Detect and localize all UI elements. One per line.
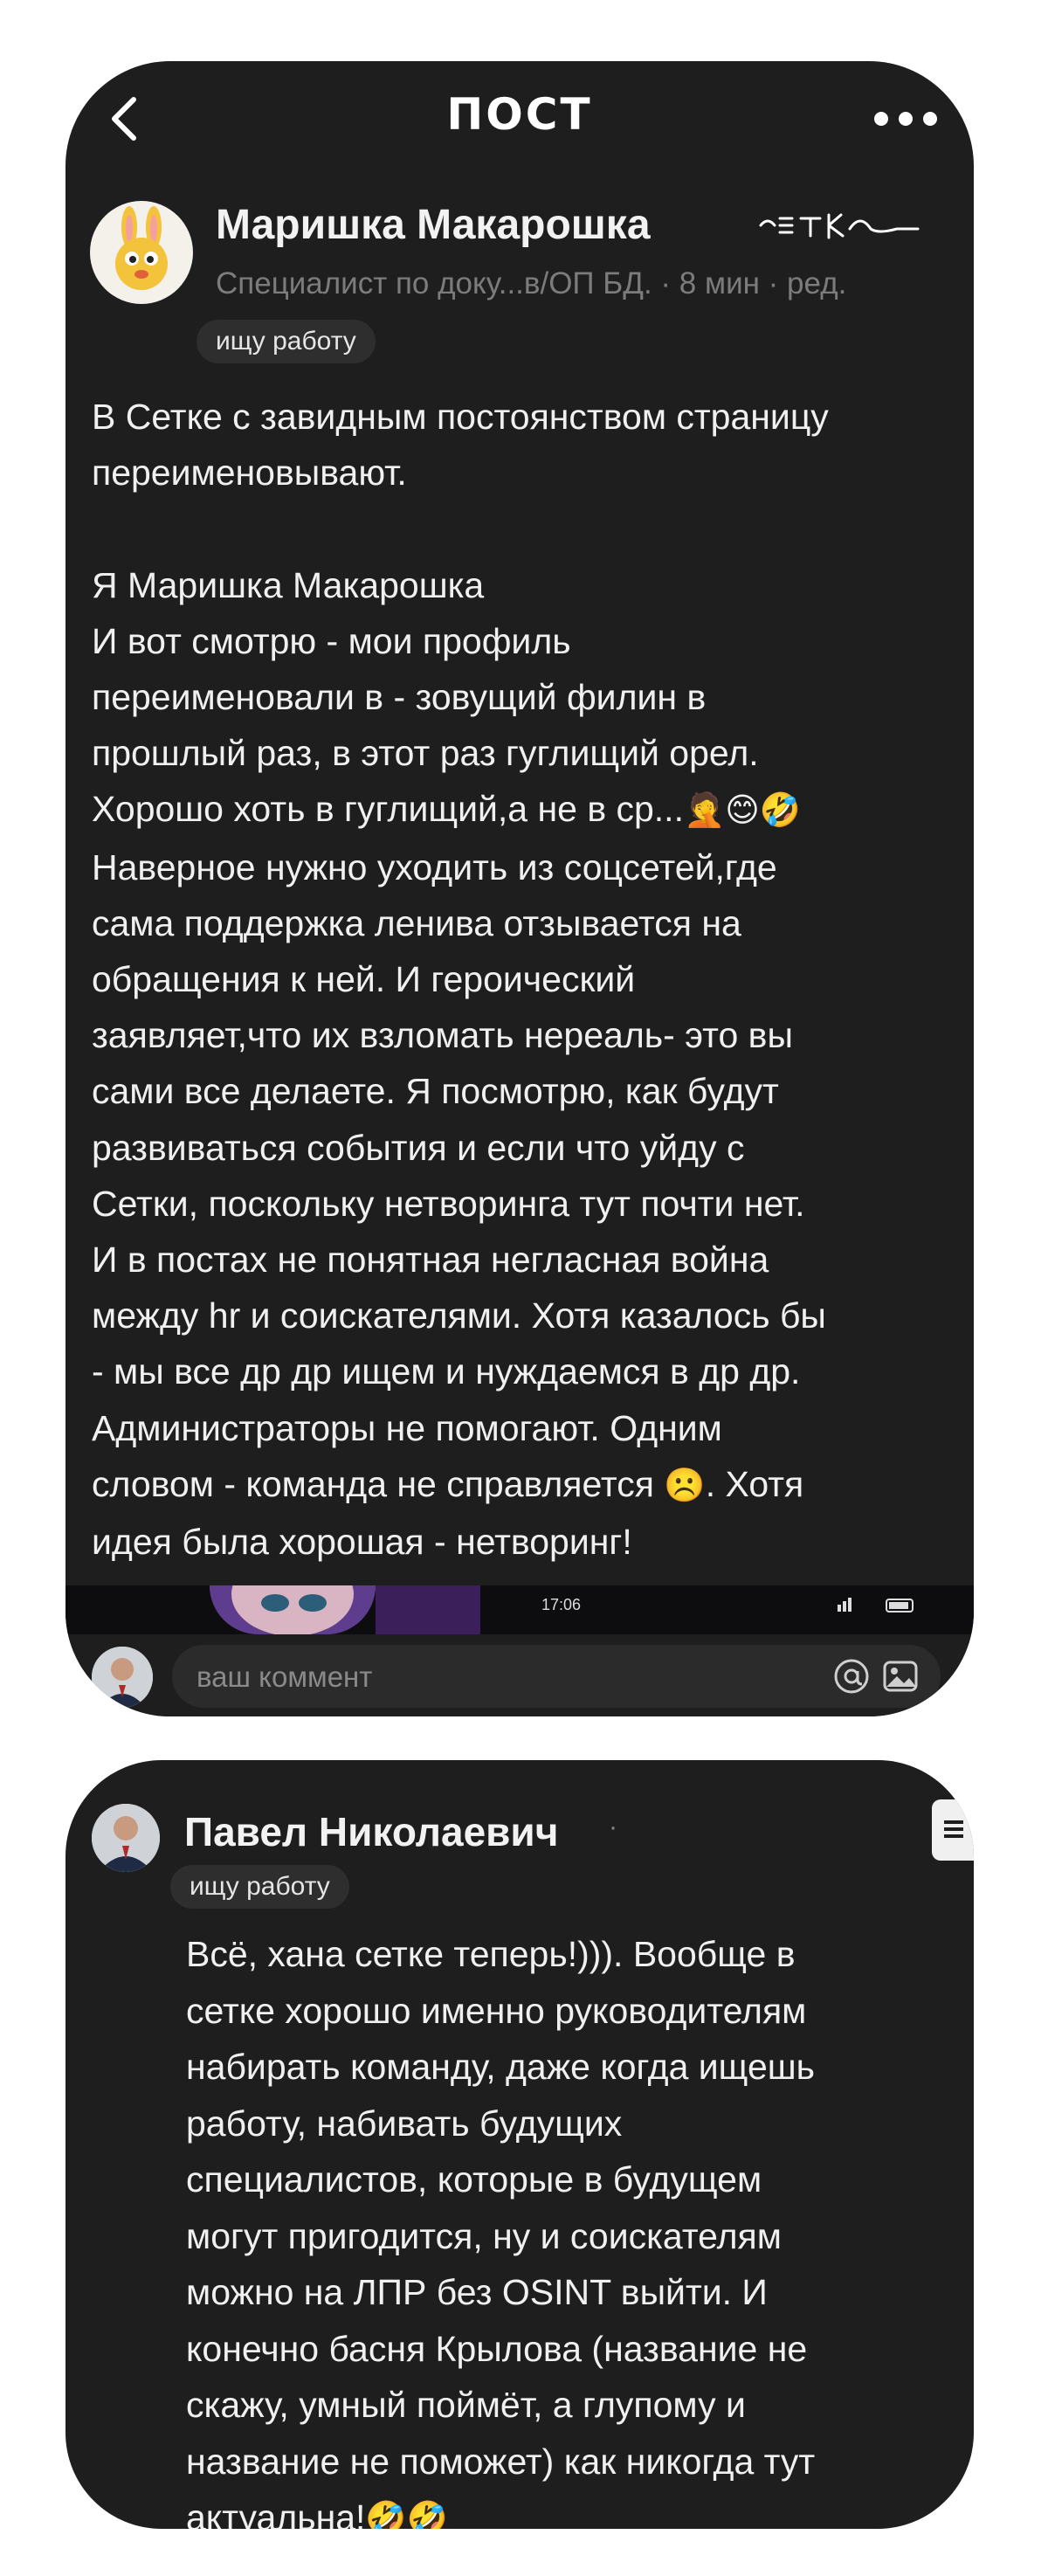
post-line: переименовали в - зовущий филин в bbox=[92, 677, 707, 718]
signal-battery-icon bbox=[838, 1598, 914, 1613]
reply-card: Павел Николаевич · ищу работу Всё, хана … bbox=[66, 1760, 974, 2529]
separator-dot: · bbox=[609, 1813, 617, 1841]
more-dots-icon[interactable] bbox=[874, 112, 937, 126]
reply-body: Всё, хана сетке теперь!))). Вообще в сет… bbox=[186, 1926, 955, 2529]
comment-bar: ваш коммент bbox=[66, 1634, 974, 1716]
post-card: ПОСТ Маришка Макарошка Специалист по док… bbox=[66, 61, 974, 1716]
avatar[interactable] bbox=[92, 1804, 160, 1872]
post-line: заявляет,что их взломать нереаль- это вы bbox=[92, 1015, 793, 1056]
top-bar: ПОСТ bbox=[66, 61, 974, 183]
author-meta: Специалист по доку...в/ОП БД. · 8 мин · … bbox=[216, 266, 847, 300]
image-icon[interactable] bbox=[881, 1657, 920, 1695]
media-image bbox=[210, 1585, 376, 1634]
comment-placeholder: ваш коммент bbox=[196, 1661, 373, 1693]
post-line: Я Маришка Макарошка bbox=[92, 564, 485, 605]
post-line: И вот смотрю - мои профиль bbox=[92, 620, 571, 661]
emoji: 🤣🤣 bbox=[365, 2501, 449, 2529]
post-line: прошлый раз, в этот раз гуглищий орел. bbox=[92, 733, 759, 774]
at-sign-icon[interactable] bbox=[832, 1657, 871, 1695]
post-line: . Хотя bbox=[705, 1463, 804, 1504]
post-line: Хорошо хоть в гуглищий,а не в ср... bbox=[92, 789, 684, 830]
post-line: сами все делаете. Я посмотрю, как будут bbox=[92, 1071, 779, 1112]
post-line: Сетки, поскольку нетворинга тут почти не… bbox=[92, 1183, 805, 1224]
status-time: 17:06 bbox=[541, 1596, 582, 1613]
status-badge: ищу работу bbox=[170, 1865, 349, 1909]
document-icon[interactable] bbox=[932, 1799, 974, 1861]
post-line: обращения к ней. И героический bbox=[92, 959, 636, 1000]
post-line: развиваться события и если что уйду с bbox=[92, 1127, 745, 1168]
reply-author[interactable]: Павел Николаевич bbox=[184, 1808, 558, 1855]
author-avatar[interactable] bbox=[90, 201, 193, 304]
post-paragraph: В Сетке с завидным постоянством страницу… bbox=[92, 397, 829, 494]
emoji: 🤦😊🤣 bbox=[683, 792, 802, 830]
post-line: словом - команда не справляется bbox=[92, 1463, 654, 1504]
post-line: Наверное нужно уходить из соцсетей,где bbox=[92, 846, 777, 887]
post-line: Администраторы не помогают. Одним bbox=[92, 1407, 722, 1448]
brand-logo bbox=[759, 213, 920, 239]
author-name[interactable]: Маришка Макарошка bbox=[216, 201, 651, 249]
post-line: между hr и соискателями. Хотя казалось б… bbox=[92, 1295, 826, 1336]
post-line: - мы все др др ищем и нуждаемся в др др. bbox=[92, 1351, 801, 1392]
media-image-bg bbox=[376, 1585, 480, 1634]
comment-input[interactable]: ваш коммент bbox=[172, 1645, 941, 1708]
media-preview-strip[interactable]: 17:06 bbox=[66, 1585, 974, 1634]
post-line: идея была хорошая - нетворинг! bbox=[92, 1522, 632, 1563]
reply-text: Всё, хана сетке теперь!))). Вообще в сет… bbox=[186, 1934, 816, 2529]
avatar[interactable] bbox=[92, 1647, 153, 1708]
emoji: ☹️ bbox=[664, 1467, 706, 1504]
page-title: ПОСТ bbox=[446, 89, 593, 140]
status-badge: ищу работу bbox=[196, 320, 376, 363]
post-body: В Сетке с завидным постоянством страницу… bbox=[92, 389, 956, 1570]
post-line: сама поддержка ленива отзывается на bbox=[92, 902, 741, 943]
post-line: И в постах не понятная негласная война bbox=[92, 1240, 769, 1281]
